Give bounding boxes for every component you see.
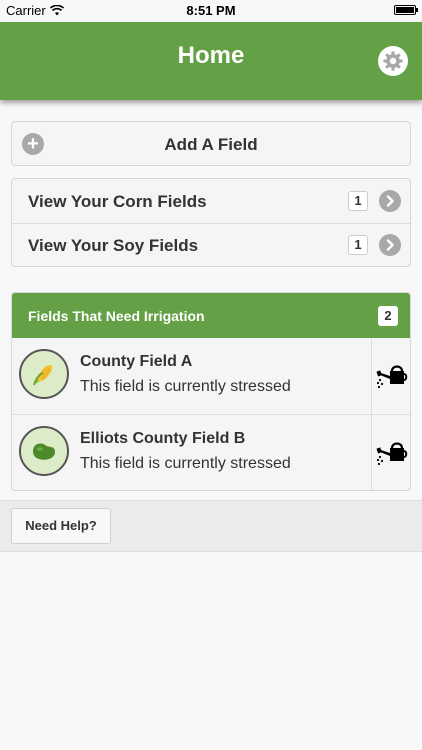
view-corn-fields-label: View Your Corn Fields: [28, 192, 207, 211]
irrigation-title: Fields That Need Irrigation: [28, 308, 205, 324]
settings-gear-icon[interactable]: [378, 46, 408, 76]
field-name: Elliots County Field B: [80, 430, 246, 447]
view-fields-list: View Your Corn Fields 1 View Your Soy Fi…: [11, 178, 411, 267]
field-row-elliots-county-field-b[interactable]: Elliots County Field B This field is cur…: [12, 415, 410, 490]
field-name: County Field A: [80, 353, 193, 370]
view-soy-fields-row[interactable]: View Your Soy Fields 1: [12, 223, 410, 267]
irrigation-count-badge: 2: [378, 306, 398, 326]
field-status: This field is currently stressed: [80, 455, 291, 472]
water-field-button[interactable]: [371, 415, 410, 490]
add-field-label: Add A Field: [164, 135, 258, 154]
watering-can-icon: [375, 365, 407, 389]
battery-icon: [394, 5, 418, 15]
status-bar: Carrier 8:51 PM: [0, 0, 422, 22]
view-corn-fields-row[interactable]: View Your Corn Fields 1: [12, 179, 410, 224]
corn-fields-count-badge: 1: [348, 191, 368, 211]
page-title: Home: [177, 42, 245, 69]
watering-can-icon: [375, 442, 407, 466]
status-time: 8:51 PM: [186, 3, 236, 18]
help-bar: Need Help?: [0, 500, 422, 552]
add-field-button[interactable]: + Add A Field: [11, 121, 411, 166]
soybean-icon: [19, 426, 69, 476]
need-help-button[interactable]: Need Help?: [11, 508, 111, 544]
field-row-county-field-a[interactable]: County Field A This field is currently s…: [12, 338, 410, 415]
soy-fields-count-badge: 1: [348, 235, 368, 255]
chevron-right-icon: [379, 190, 401, 212]
water-field-button[interactable]: [371, 338, 410, 414]
nav-header: Home: [0, 22, 422, 100]
view-soy-fields-label: View Your Soy Fields: [28, 236, 199, 255]
field-status: This field is currently stressed: [80, 378, 291, 395]
irrigation-panel: Fields That Need Irrigation 2 County Fie…: [11, 292, 411, 491]
chevron-right-icon: [379, 234, 401, 256]
irrigation-header: Fields That Need Irrigation 2: [12, 293, 410, 338]
corn-icon: [19, 349, 69, 399]
